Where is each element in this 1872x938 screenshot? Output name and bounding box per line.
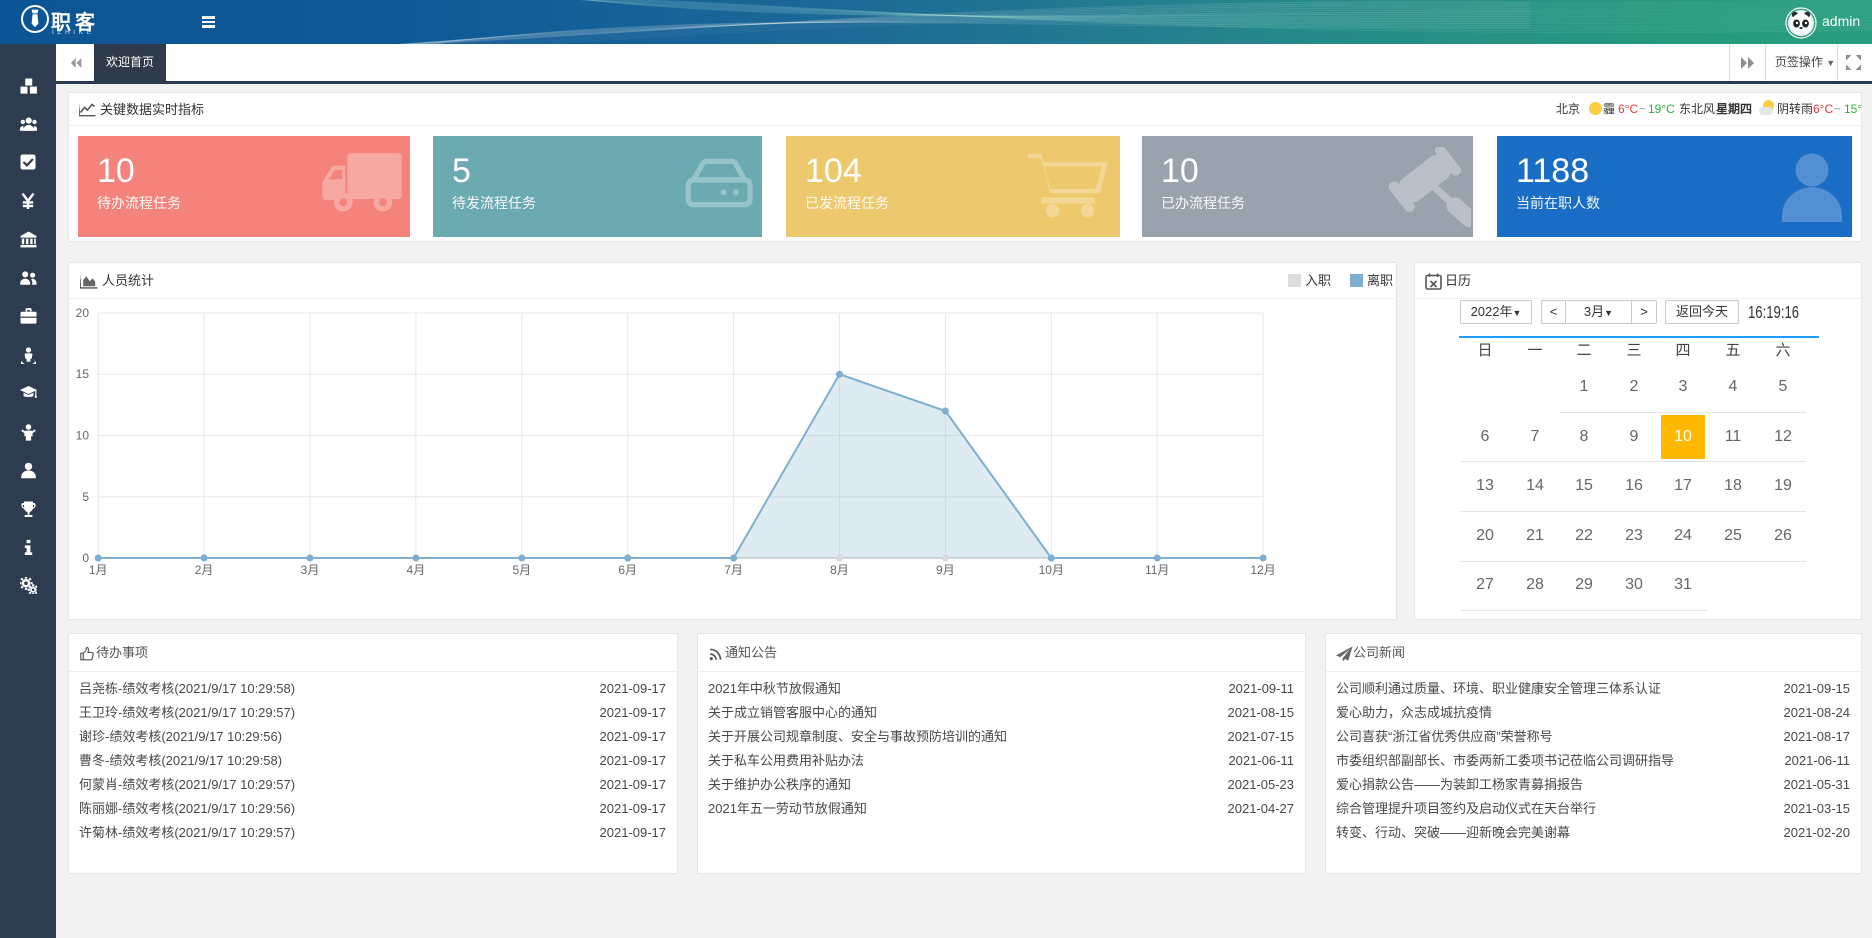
svg-text:5月: 5月	[512, 563, 531, 577]
svg-text:9月: 9月	[936, 563, 955, 577]
svg-text:2月: 2月	[195, 563, 214, 577]
svg-text:8月: 8月	[830, 563, 849, 577]
svg-text:11月: 11月	[1145, 563, 1169, 577]
svg-text:4月: 4月	[407, 563, 426, 577]
svg-text:6月: 6月	[618, 563, 637, 577]
svg-text:20: 20	[76, 306, 90, 320]
svg-text:7月: 7月	[724, 563, 743, 577]
svg-text:12月: 12月	[1250, 563, 1275, 577]
svg-text:10: 10	[76, 429, 90, 443]
svg-text:3月: 3月	[301, 563, 320, 577]
svg-text:5: 5	[82, 490, 89, 504]
svg-text:10月: 10月	[1039, 563, 1064, 577]
svg-text:15: 15	[76, 367, 90, 381]
svg-text:1月: 1月	[89, 563, 108, 577]
